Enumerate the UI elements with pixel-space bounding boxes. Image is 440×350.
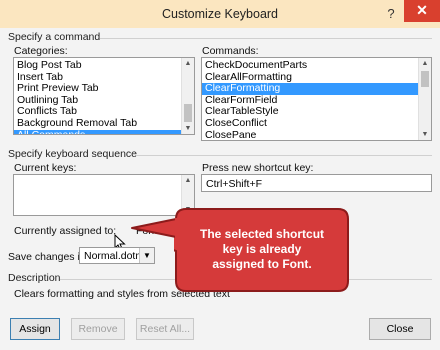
save-changes-value: Normal.dotm — [84, 250, 145, 262]
close-window-button[interactable]: ✕ — [404, 0, 440, 22]
commands-label: Commands: — [202, 45, 259, 57]
scroll-down-icon[interactable]: ▼ — [419, 129, 431, 140]
assign-button[interactable]: Assign — [10, 318, 60, 340]
list-item[interactable]: CheckDocumentParts — [202, 59, 431, 72]
commands-scrollbar[interactable]: ▲ ▼ — [418, 58, 431, 140]
list-item[interactable]: Background Removal Tab — [14, 117, 194, 130]
new-shortcut-label: Press new shortcut key: — [202, 162, 314, 174]
categories-listbox[interactable]: Blog Post Tab Insert Tab Print Preview Tab… — [13, 57, 195, 135]
currently-assigned-label: Currently assigned to: — [14, 225, 117, 237]
close-button[interactable]: Close — [369, 318, 431, 340]
help-icon[interactable]: ? — [383, 5, 399, 22]
scroll-thumb[interactable] — [421, 71, 429, 87]
current-keys-label: Current keys: — [14, 162, 77, 174]
list-item[interactable]: All Commands — [14, 129, 194, 134]
command-section-divider — [100, 38, 432, 39]
key-section-divider — [136, 155, 432, 156]
scroll-up-icon[interactable]: ▲ — [182, 175, 194, 186]
chevron-down-icon[interactable]: ▼ — [139, 248, 154, 263]
scroll-down-icon[interactable]: ▼ — [182, 123, 194, 134]
categories-scrollbar[interactable]: ▲ ▼ — [181, 58, 194, 134]
categories-label: Categories: — [14, 45, 68, 57]
callout-pointer — [131, 218, 180, 238]
list-item[interactable]: Blog Post Tab — [14, 59, 194, 72]
save-changes-label: Save changes in: — [8, 251, 89, 263]
callout-text: The selected shortcut key is already ass… — [178, 227, 346, 272]
list-item[interactable]: CloseConflict — [202, 117, 431, 130]
callout-line: key is already — [222, 242, 302, 256]
window-title: Customize Keyboard — [161, 7, 279, 21]
callout-line: assigned to Font. — [212, 257, 312, 271]
scroll-up-icon[interactable]: ▲ — [419, 58, 431, 69]
scroll-thumb[interactable] — [184, 104, 192, 122]
remove-button[interactable]: Remove — [71, 318, 125, 340]
description-heading: Description — [8, 272, 61, 284]
key-section-heading: Specify keyboard sequence — [8, 148, 137, 160]
save-changes-dropdown[interactable]: Normal.dotm ▼ — [79, 247, 155, 264]
new-shortcut-input[interactable]: Ctrl+Shift+F — [201, 174, 432, 192]
callout-line: The selected shortcut — [199, 227, 325, 241]
commands-listbox[interactable]: CheckDocumentParts ClearAllFormatting Clea… — [201, 57, 432, 141]
reset-all-button[interactable]: Reset All... — [136, 318, 194, 340]
command-section-heading: Specify a command — [8, 31, 101, 43]
scroll-up-icon[interactable]: ▲ — [182, 58, 194, 69]
